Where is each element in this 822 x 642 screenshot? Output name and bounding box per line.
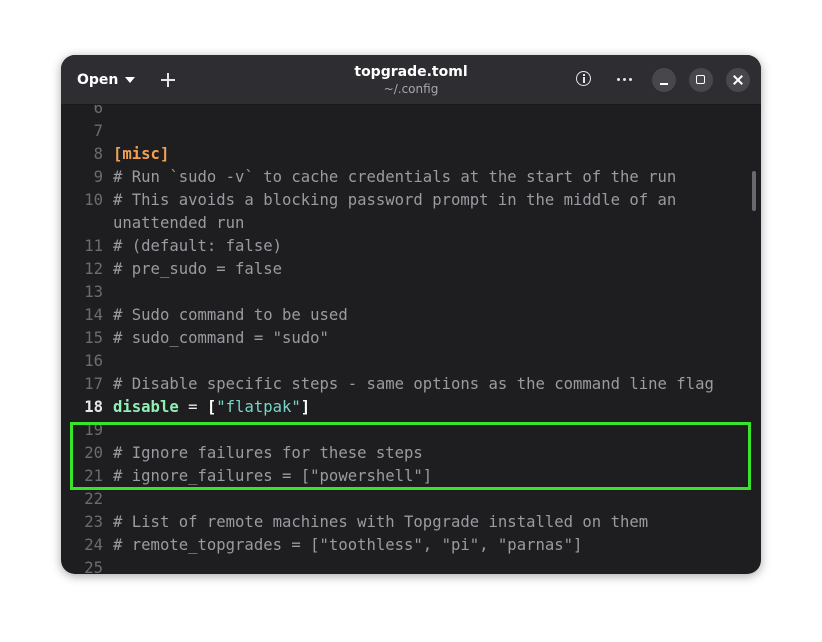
line-text: [misc] (103, 143, 169, 166)
code-line[interactable]: 24 # remote_topgrades = ["toothless", "pi… (61, 534, 751, 557)
code-line[interactable]: 15 # sudo_command = "sudo" (61, 327, 751, 350)
section-header: [misc] (113, 145, 170, 163)
line-text: # pre_sudo = false (113, 260, 282, 278)
line-text: disable = ["flatpak"] (103, 396, 310, 419)
line-number: 21 (84, 467, 103, 485)
code-line[interactable]: 9 # Run `sudo -v` to cache credentials at… (61, 166, 751, 189)
line-text (103, 350, 113, 373)
line-text: # List of remote machines with Topgrade … (113, 513, 649, 531)
code-line[interactable]: 14 # Sudo command to be used (61, 304, 751, 327)
text-editor-window: Open topgrade.toml ~/.config 6 7 8 [misc] 9 #… (61, 55, 761, 574)
code-line[interactable]: 23 # List of remote machines with Topgrad… (61, 511, 751, 534)
toml-key: disable (113, 398, 179, 416)
more-icon[interactable] (612, 67, 636, 91)
line-number: 7 (93, 122, 103, 140)
assign-operator: = (178, 398, 207, 416)
line-number: 10 (84, 191, 103, 209)
minimize-icon[interactable] (652, 68, 676, 92)
line-number: 9 (93, 168, 103, 186)
line-number: 12 (84, 260, 103, 278)
line-number: 24 (84, 536, 103, 554)
code-line[interactable]: 18 disable = ["flatpak"] (61, 396, 751, 419)
code-line[interactable]: 17 # Disable specific steps - same option… (61, 373, 751, 396)
header-bar: Open topgrade.toml ~/.config (61, 55, 761, 105)
code-line[interactable]: 25 (61, 557, 751, 574)
line-number: 15 (84, 329, 103, 347)
open-bracket: [ (206, 398, 217, 416)
line-number: 23 (84, 513, 103, 531)
line-number: 22 (84, 490, 103, 508)
line-number: 16 (84, 352, 103, 370)
line-number: 8 (93, 145, 103, 163)
line-text (103, 281, 113, 304)
line-text: # Run `sudo -v` to cache credentials at … (113, 168, 677, 186)
line-text: # Disable specific steps - same options … (113, 375, 714, 393)
code-line[interactable]: 11 # (default: false) (61, 235, 751, 258)
code-lines: 6 7 8 [misc] 9 # Run `sudo -v` to cache crede… (61, 105, 751, 574)
code-line[interactable]: unattended run (61, 212, 751, 235)
plus-icon[interactable] (155, 67, 181, 93)
caret-down-icon (125, 76, 136, 83)
open-button[interactable]: Open (71, 65, 141, 94)
line-number (61, 212, 103, 235)
code-line[interactable]: 22 (61, 488, 751, 511)
line-text: # (default: false) (113, 237, 282, 255)
line-text: # sudo_command = "sudo" (113, 329, 329, 347)
line-number: 14 (84, 306, 103, 324)
line-number: 25 (84, 559, 103, 574)
code-line[interactable]: 16 (61, 350, 751, 373)
line-text: # ignore_failures = ["powershell"] (113, 467, 433, 485)
close-icon[interactable] (726, 68, 750, 92)
line-number: 17 (84, 375, 103, 393)
open-button-label: Open (77, 71, 119, 88)
window-title-block: topgrade.toml ~/.config (261, 63, 561, 97)
line-text: # This avoids a blocking password prompt… (113, 191, 677, 209)
line-text (103, 488, 113, 511)
code-line[interactable]: 7 (61, 120, 751, 143)
line-number: 6 (93, 105, 103, 117)
code-line[interactable]: 21 # ignore_failures = ["powershell"] (61, 465, 751, 488)
window-title: topgrade.toml (354, 64, 468, 80)
code-line[interactable]: 6 (61, 105, 751, 120)
maximize-icon[interactable] (689, 68, 713, 92)
line-text: # Ignore failures for these steps (113, 444, 423, 462)
line-text (103, 120, 113, 143)
line-number: 19 (84, 421, 103, 439)
string-value: "flatpak" (216, 398, 301, 416)
line-text: # Sudo command to be used (113, 306, 348, 324)
close-bracket: ] (300, 398, 311, 416)
line-number: 11 (84, 237, 103, 255)
line-text (103, 105, 113, 120)
scrollbar[interactable] (752, 171, 756, 211)
line-number: 20 (84, 444, 103, 462)
line-text: # remote_topgrades = ["toothless", "pi",… (113, 536, 583, 554)
code-editor[interactable]: 6 7 8 [misc] 9 # Run `sudo -v` to cache crede… (61, 105, 761, 574)
line-text (103, 557, 113, 574)
code-line[interactable]: 19 (61, 419, 751, 442)
line-text: unattended run (113, 214, 245, 232)
code-line[interactable]: 10 # This avoids a blocking password prom… (61, 189, 751, 212)
code-line[interactable]: 20 # Ignore failures for these steps (61, 442, 751, 465)
line-number: 18 (84, 398, 103, 416)
line-text (103, 419, 113, 442)
line-number: 13 (84, 283, 103, 301)
info-icon[interactable] (572, 67, 596, 91)
window-subtitle: ~/.config (383, 82, 439, 96)
code-line[interactable]: 13 (61, 281, 751, 304)
code-line[interactable]: 12 # pre_sudo = false (61, 258, 751, 281)
code-line[interactable]: 8 [misc] (61, 143, 751, 166)
